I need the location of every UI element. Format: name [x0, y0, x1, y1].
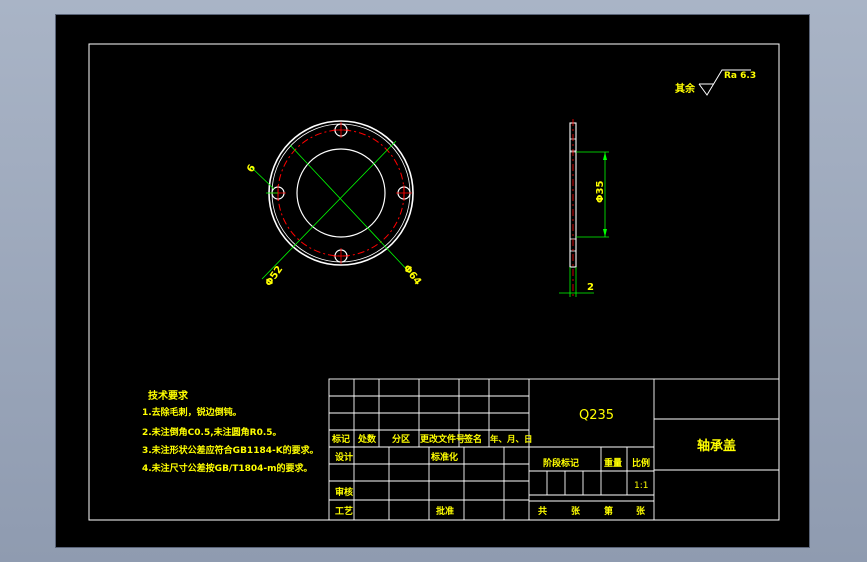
tb-sheets-of: 张	[636, 505, 646, 517]
tech-title: 技术要求	[148, 389, 189, 402]
tb-header-date: 年、月、日	[490, 434, 533, 445]
tb-scale: 1:1	[634, 481, 648, 491]
tb-stage-mark: 阶段标记	[543, 457, 579, 469]
dim-outer: Φ64	[401, 263, 423, 287]
tb-part-name: 轴承盖	[697, 438, 736, 454]
front-view: 6 Φ52 Φ64	[245, 120, 423, 289]
roughness-value: Ra 6.3	[724, 71, 756, 81]
tb-role-standard: 标准化	[430, 451, 458, 463]
tb-role-approve: 批准	[436, 505, 454, 517]
dim-bolt-circle: Φ52	[263, 264, 285, 289]
tb-sheets-sheet: 张	[571, 505, 581, 517]
tb-sheets-total: 共	[538, 505, 547, 517]
dim-hole: 6	[245, 163, 258, 175]
inner-bore	[296, 148, 386, 238]
tb-sheets-number: 第	[604, 505, 613, 517]
cad-viewport[interactable]: 其余 Ra 6.3 6 Φ52 Φ64 Φ35 2 技术要求 1.去除毛刺，锐边…	[55, 14, 810, 548]
tech-item-1: 1.去除毛刺，锐边倒钝。	[142, 406, 242, 418]
tb-header-doc: 更改文件号	[420, 433, 465, 445]
dim-side-diameter: Φ35	[595, 181, 606, 203]
outer-circle-inner-edge	[271, 123, 411, 263]
center-marks	[270, 122, 412, 264]
tb-header-count: 处数	[357, 433, 377, 445]
tech-requirements: 技术要求 1.去除毛刺，锐边倒钝。 2.未注倒角C0.5,未注圆角R0.5。 3…	[142, 389, 319, 474]
tb-material: Q235	[579, 408, 614, 423]
tb-weight: 重量	[604, 457, 622, 469]
tb-header-sign: 签名	[463, 433, 482, 445]
cad-drawing: 其余 Ra 6.3 6 Φ52 Φ64 Φ35 2 技术要求 1.去除毛刺，锐边…	[88, 43, 780, 521]
outer-circle	[268, 120, 414, 266]
arrow-top	[603, 152, 607, 160]
tech-item-4: 4.未注尺寸公差按GB/T1804-m的要求。	[142, 462, 313, 474]
tb-header-zone: 分区	[392, 433, 410, 445]
tb-role-design: 设计	[335, 451, 353, 463]
roughness-symbol: 其余 Ra 6.3	[675, 69, 756, 96]
arrow-bottom	[603, 229, 607, 237]
tb-role-review: 审核	[335, 486, 353, 498]
tech-item-2: 2.未注倒角C0.5,未注圆角R0.5。	[142, 426, 282, 438]
dimension-line-phi52	[261, 140, 397, 280]
tech-item-3: 3.未注形状公差应符合GB1184-K的要求。	[142, 444, 319, 456]
tb-header-mark: 标记	[331, 433, 350, 445]
dim-side-thickness: 2	[587, 282, 594, 293]
side-view: Φ35 2	[559, 119, 609, 297]
roughness-prefix: 其余	[675, 82, 696, 95]
tb-role-process: 工艺	[335, 505, 353, 517]
tb-ratio: 比例	[632, 457, 650, 469]
